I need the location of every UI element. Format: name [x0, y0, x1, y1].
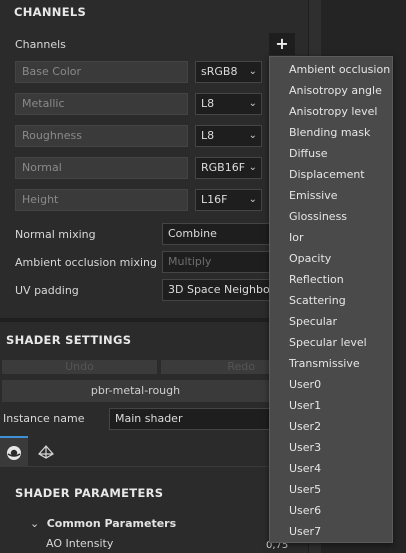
channel-metallic-format-select[interactable]: L8 ⌄	[195, 93, 262, 115]
uv-padding-select[interactable]: 3D Space Neighbo	[162, 279, 270, 301]
channels-title: CHANNELS	[14, 5, 87, 19]
dropdown-item[interactable]: Emissive	[289, 189, 338, 202]
instance-name-label: Instance name	[3, 412, 85, 425]
uv-padding-label: UV padding	[15, 284, 79, 297]
normal-mixing-value: Combine	[168, 227, 217, 240]
shader-select-button[interactable]: pbr-metal-rough	[2, 380, 269, 402]
channel-roughness-format-select[interactable]: L8 ⌄	[195, 125, 262, 147]
channel-normal-format-select[interactable]: RGB16F ⌄	[195, 157, 262, 179]
dropdown-item[interactable]: Specular level	[289, 336, 367, 349]
channel-base-color-field[interactable]: Base Color	[15, 61, 188, 83]
ao-intensity-label: AO Intensity	[46, 537, 114, 550]
chevron-down-icon: ⌄	[248, 130, 257, 141]
dropdown-item[interactable]: User1	[289, 399, 321, 412]
uv-padding-value: 3D Space Neighbo	[168, 283, 270, 296]
tab-geometry[interactable]	[30, 436, 60, 466]
pyramid-icon	[38, 445, 54, 459]
chevron-down-icon: ⌄	[248, 98, 257, 109]
dropdown-item[interactable]: Ior	[289, 231, 304, 244]
dropdown-item[interactable]: Anisotropy level	[289, 105, 377, 118]
shader-parameters-title: SHADER PARAMETERS	[15, 486, 164, 500]
dropdown-item[interactable]: User4	[289, 462, 321, 475]
normal-mixing-select[interactable]: Combine	[162, 223, 270, 245]
common-parameters-label: Common Parameters	[46, 517, 177, 530]
dropdown-item[interactable]: User0	[289, 378, 321, 391]
plus-icon: +	[275, 34, 289, 53]
dropdown-item[interactable]: Scattering	[289, 294, 346, 307]
shader-settings-title: SHADER SETTINGS	[6, 333, 132, 347]
channel-height-field[interactable]: Height	[15, 189, 188, 211]
dropdown-item[interactable]: Glossiness	[289, 210, 347, 223]
dropdown-item[interactable]: User7	[289, 525, 321, 538]
channel-type-dropdown[interactable]: Ambient occlusion Anisotropy angle Aniso…	[269, 56, 393, 543]
ao-mixing-value: Multiply	[168, 255, 212, 268]
tab-shader[interactable]	[0, 436, 28, 466]
undo-button[interactable]: Undo	[2, 360, 157, 374]
chevron-down-icon: ⌄	[248, 66, 257, 77]
channel-normal-field[interactable]: Normal	[15, 157, 188, 179]
shader-ball-icon	[7, 446, 21, 460]
tabs-underline	[0, 466, 308, 467]
dropdown-item[interactable]: Specular	[289, 315, 337, 328]
channel-height-format-select[interactable]: L16F ⌄	[195, 189, 262, 211]
chevron-down-icon: ⌄	[30, 517, 40, 530]
dropdown-item[interactable]: Blending mask	[289, 126, 370, 139]
ao-mixing-select[interactable]: Multiply	[162, 251, 270, 273]
dropdown-item[interactable]: User6	[289, 504, 321, 517]
ao-mixing-label: Ambient occlusion mixing	[15, 256, 157, 269]
dropdown-item[interactable]: Anisotropy angle	[289, 84, 382, 97]
channel-metallic-field[interactable]: Metallic	[15, 93, 188, 115]
dropdown-item[interactable]: Opacity	[289, 252, 331, 265]
channel-base-color-format-select[interactable]: sRGB8 ⌄	[195, 61, 262, 83]
instance-name-value: Main shader	[115, 412, 183, 425]
channels-label: Channels	[15, 38, 66, 51]
format-value: RGB16F	[201, 161, 246, 174]
chevron-down-icon: ⌄	[248, 194, 257, 205]
dropdown-item[interactable]: Reflection	[289, 273, 344, 286]
normal-mixing-label: Normal mixing	[15, 228, 96, 241]
format-value: L8	[201, 129, 215, 142]
dropdown-item[interactable]: Diffuse	[289, 147, 328, 160]
add-channel-button[interactable]: +	[269, 33, 295, 55]
format-value: L8	[201, 97, 215, 110]
chevron-down-icon: ⌄	[248, 162, 257, 173]
dropdown-item[interactable]: Transmissive	[289, 357, 360, 370]
dropdown-item[interactable]: Ambient occlusion	[289, 63, 390, 76]
channel-roughness-field[interactable]: Roughness	[15, 125, 188, 147]
instance-name-input[interactable]: Main shader	[109, 408, 270, 430]
dropdown-item[interactable]: User2	[289, 420, 321, 433]
section-divider	[0, 318, 308, 322]
redo-button[interactable]: Redo	[161, 360, 269, 374]
dropdown-item[interactable]: User5	[289, 483, 321, 496]
format-value: sRGB8	[201, 65, 238, 78]
dropdown-item[interactable]: User3	[289, 441, 321, 454]
dropdown-item[interactable]: Displacement	[289, 168, 365, 181]
format-value: L16F	[201, 193, 228, 206]
common-parameters-group[interactable]: ⌄ Common Parameters	[30, 517, 176, 530]
